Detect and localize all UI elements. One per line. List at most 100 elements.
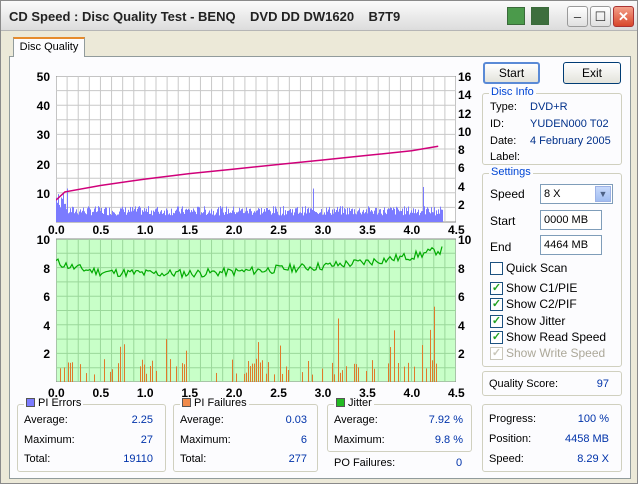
jitter-average-label: Average: — [334, 414, 378, 426]
pie-bar — [418, 209, 419, 222]
pie-bar — [179, 211, 180, 222]
pie-bar — [412, 212, 413, 222]
show-c1-label: Show C1/PIE — [506, 281, 578, 295]
y-left-tick-label: 2 — [43, 347, 50, 362]
pie-bar — [212, 214, 213, 222]
pie-bar — [209, 210, 210, 222]
pie-bar — [251, 211, 252, 222]
pif-bar — [414, 366, 415, 382]
pie-bar — [195, 211, 196, 222]
pif-bar — [346, 366, 347, 382]
pie-bar — [266, 208, 267, 222]
pie-bar — [417, 211, 418, 222]
title-bar[interactable]: CD Speed : Disc Quality Test - BENQ DVD … — [1, 1, 637, 31]
pif-bar — [72, 362, 73, 382]
pie-bar — [133, 210, 134, 222]
pie-bar — [173, 212, 174, 222]
pie-bar — [360, 212, 361, 222]
y-right-tick-label: 2 — [458, 347, 465, 362]
y-left-tick-label: 20 — [36, 157, 50, 172]
quick-scan-label: Quick Scan — [506, 261, 568, 275]
pif-bar — [262, 360, 263, 382]
pie-bar — [90, 209, 91, 222]
y-right-tick-label: 4 — [458, 318, 465, 333]
start-input[interactable]: 0000 MB — [540, 210, 602, 230]
pie-bar — [232, 210, 233, 222]
pie-bar — [130, 206, 131, 222]
pif-bar — [186, 350, 187, 382]
pie-bar — [121, 208, 122, 222]
pif-bar — [246, 372, 247, 382]
exit-button[interactable]: Exit — [563, 62, 621, 84]
pie-bar — [182, 206, 183, 222]
pi-failures-legend: PI Failures — [180, 397, 249, 409]
pie-bar — [208, 212, 209, 222]
progress-value: 100 % — [577, 413, 609, 425]
show-read-speed-checkbox[interactable]: ✓ — [490, 331, 503, 344]
pie-bar — [368, 206, 369, 222]
pie-bar — [275, 206, 276, 222]
pie-bar — [235, 214, 236, 222]
pif-bar — [282, 373, 283, 382]
pie-bar — [434, 206, 435, 222]
pie-bar — [75, 211, 76, 222]
quick-scan-checkbox[interactable] — [490, 262, 503, 275]
save-icon[interactable] — [531, 7, 549, 25]
show-c2-checkbox[interactable]: ✓ — [490, 298, 503, 311]
pie-bar — [310, 208, 311, 222]
pie-bar — [216, 212, 217, 222]
speed-select[interactable]: 8 X ▼ — [540, 184, 613, 204]
pie-bar — [194, 210, 195, 222]
pie-bar — [372, 211, 373, 222]
x-tick-label: 4.0 — [403, 223, 421, 237]
quality-score-value: 97 — [596, 378, 609, 390]
pif-bar — [288, 369, 289, 382]
pie-bar — [236, 212, 237, 222]
pie-bar — [115, 214, 116, 222]
close-button[interactable]: ✕ — [613, 6, 634, 27]
pie-bar — [338, 211, 339, 222]
show-c1-checkbox[interactable]: ✓ — [490, 282, 503, 295]
pie-bar — [74, 213, 75, 222]
pie-bar — [149, 213, 150, 222]
minimize-button[interactable]: – — [567, 6, 588, 27]
pie-bar — [424, 206, 425, 222]
pie-bar — [340, 206, 341, 222]
pie-bar — [432, 212, 433, 222]
show-jitter-checkbox[interactable]: ✓ — [490, 315, 503, 328]
pie-bar — [314, 211, 315, 222]
pie-bar — [387, 209, 388, 222]
speed-readout-label: Speed: — [489, 453, 524, 465]
pie-bar — [433, 212, 434, 222]
y-right-tick-label: 4 — [458, 179, 465, 194]
pie-bar — [442, 209, 443, 222]
y-left-tick-label: 10 — [36, 186, 50, 201]
pie-bar — [371, 210, 372, 222]
pif-bar — [254, 363, 255, 382]
pie-bar — [177, 206, 178, 222]
y-left-tick-label: 50 — [36, 70, 50, 84]
x-tick-label: 1.0 — [136, 223, 154, 237]
pie-bar — [163, 213, 164, 222]
pie-bar — [281, 215, 282, 222]
pie-bar — [219, 215, 220, 222]
pif-bar — [426, 368, 427, 382]
x-tick-label: 0.5 — [92, 386, 110, 400]
pie-bar — [134, 209, 135, 222]
pie-bar — [223, 212, 224, 222]
copy-icon[interactable] — [507, 7, 525, 25]
pie-bar — [394, 208, 395, 222]
tab-disc-quality[interactable]: Disc Quality — [13, 37, 85, 57]
pie-bar — [238, 211, 239, 222]
pie-bar — [188, 208, 189, 222]
pie-bar — [332, 209, 333, 222]
end-input[interactable]: 4464 MB — [540, 235, 602, 255]
type-label: Type: — [490, 101, 517, 113]
chevron-down-icon[interactable]: ▼ — [595, 186, 611, 202]
pie-bar — [345, 209, 346, 222]
maximize-button[interactable]: ☐ — [590, 6, 611, 27]
pie-bar — [143, 211, 144, 222]
pie-bar — [262, 213, 263, 222]
start-button[interactable]: Start — [483, 62, 540, 84]
pie-bar — [72, 206, 73, 222]
